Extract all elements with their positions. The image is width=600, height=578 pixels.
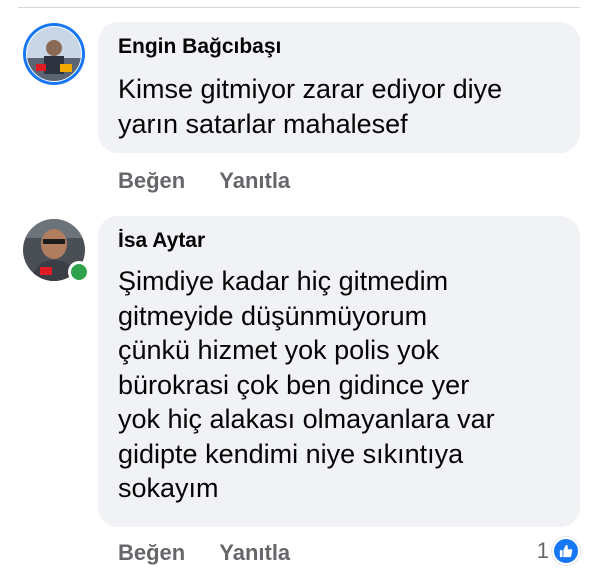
reply-button[interactable]: Yanıtla — [219, 540, 290, 565]
comment-text-line: Şimdiye kadar hiç gitmedim — [118, 266, 449, 296]
reaction-count: 1 — [536, 538, 549, 563]
comment-text-line: sokayım — [118, 473, 219, 503]
comment-text-line: yok hiç alakası olmayanlara var — [118, 404, 495, 434]
comment-author[interactable]: Engin Bağcıbaşı — [118, 35, 281, 59]
like-button[interactable]: Beğen — [118, 168, 185, 193]
comment-author[interactable]: İsa Aytar — [118, 229, 205, 253]
comment-text-line: Kimse gitmiyor zarar ediyor diye — [118, 74, 503, 104]
comment-text-line: çünkü hizmet yok polis yok — [118, 335, 440, 365]
thumbs-up-icon — [552, 537, 580, 565]
avatar-engin[interactable] — [22, 22, 86, 86]
comment-text-line: gidipte kendimi niye sıkıntıya — [118, 438, 464, 469]
avatar-isa[interactable] — [22, 218, 90, 283]
reply-button[interactable]: Yanıtla — [219, 168, 290, 193]
online-status-icon — [68, 261, 90, 283]
comment-text-line: gitmeyide düşünmüyorum — [118, 300, 428, 331]
comment-text-line: bürokrasi çok ben gidince yer — [118, 369, 470, 400]
avatar-image — [23, 23, 85, 85]
comment-actions: Beğen Yanıtla — [118, 168, 290, 194]
divider — [18, 7, 580, 8]
comment-actions: Beğen Yanıtla — [118, 540, 290, 566]
comment-bubble: İsa Aytar Şimdiye kadar hiç gitmedim git… — [98, 216, 580, 527]
comment-bubble: Engin Bağcıbaşı Kimse gitmiyor zarar edi… — [98, 22, 580, 153]
like-button[interactable]: Beğen — [118, 540, 185, 565]
comment-text: Kimse gitmiyor zarar ediyor diye yarın s… — [118, 72, 570, 141]
reaction-summary[interactable]: 1 — [537, 537, 580, 565]
comment-text: Şimdiye kadar hiç gitmedim gitmeyide düş… — [118, 264, 570, 506]
comment-text-line: yarın satarlar mahalesef — [118, 108, 408, 139]
